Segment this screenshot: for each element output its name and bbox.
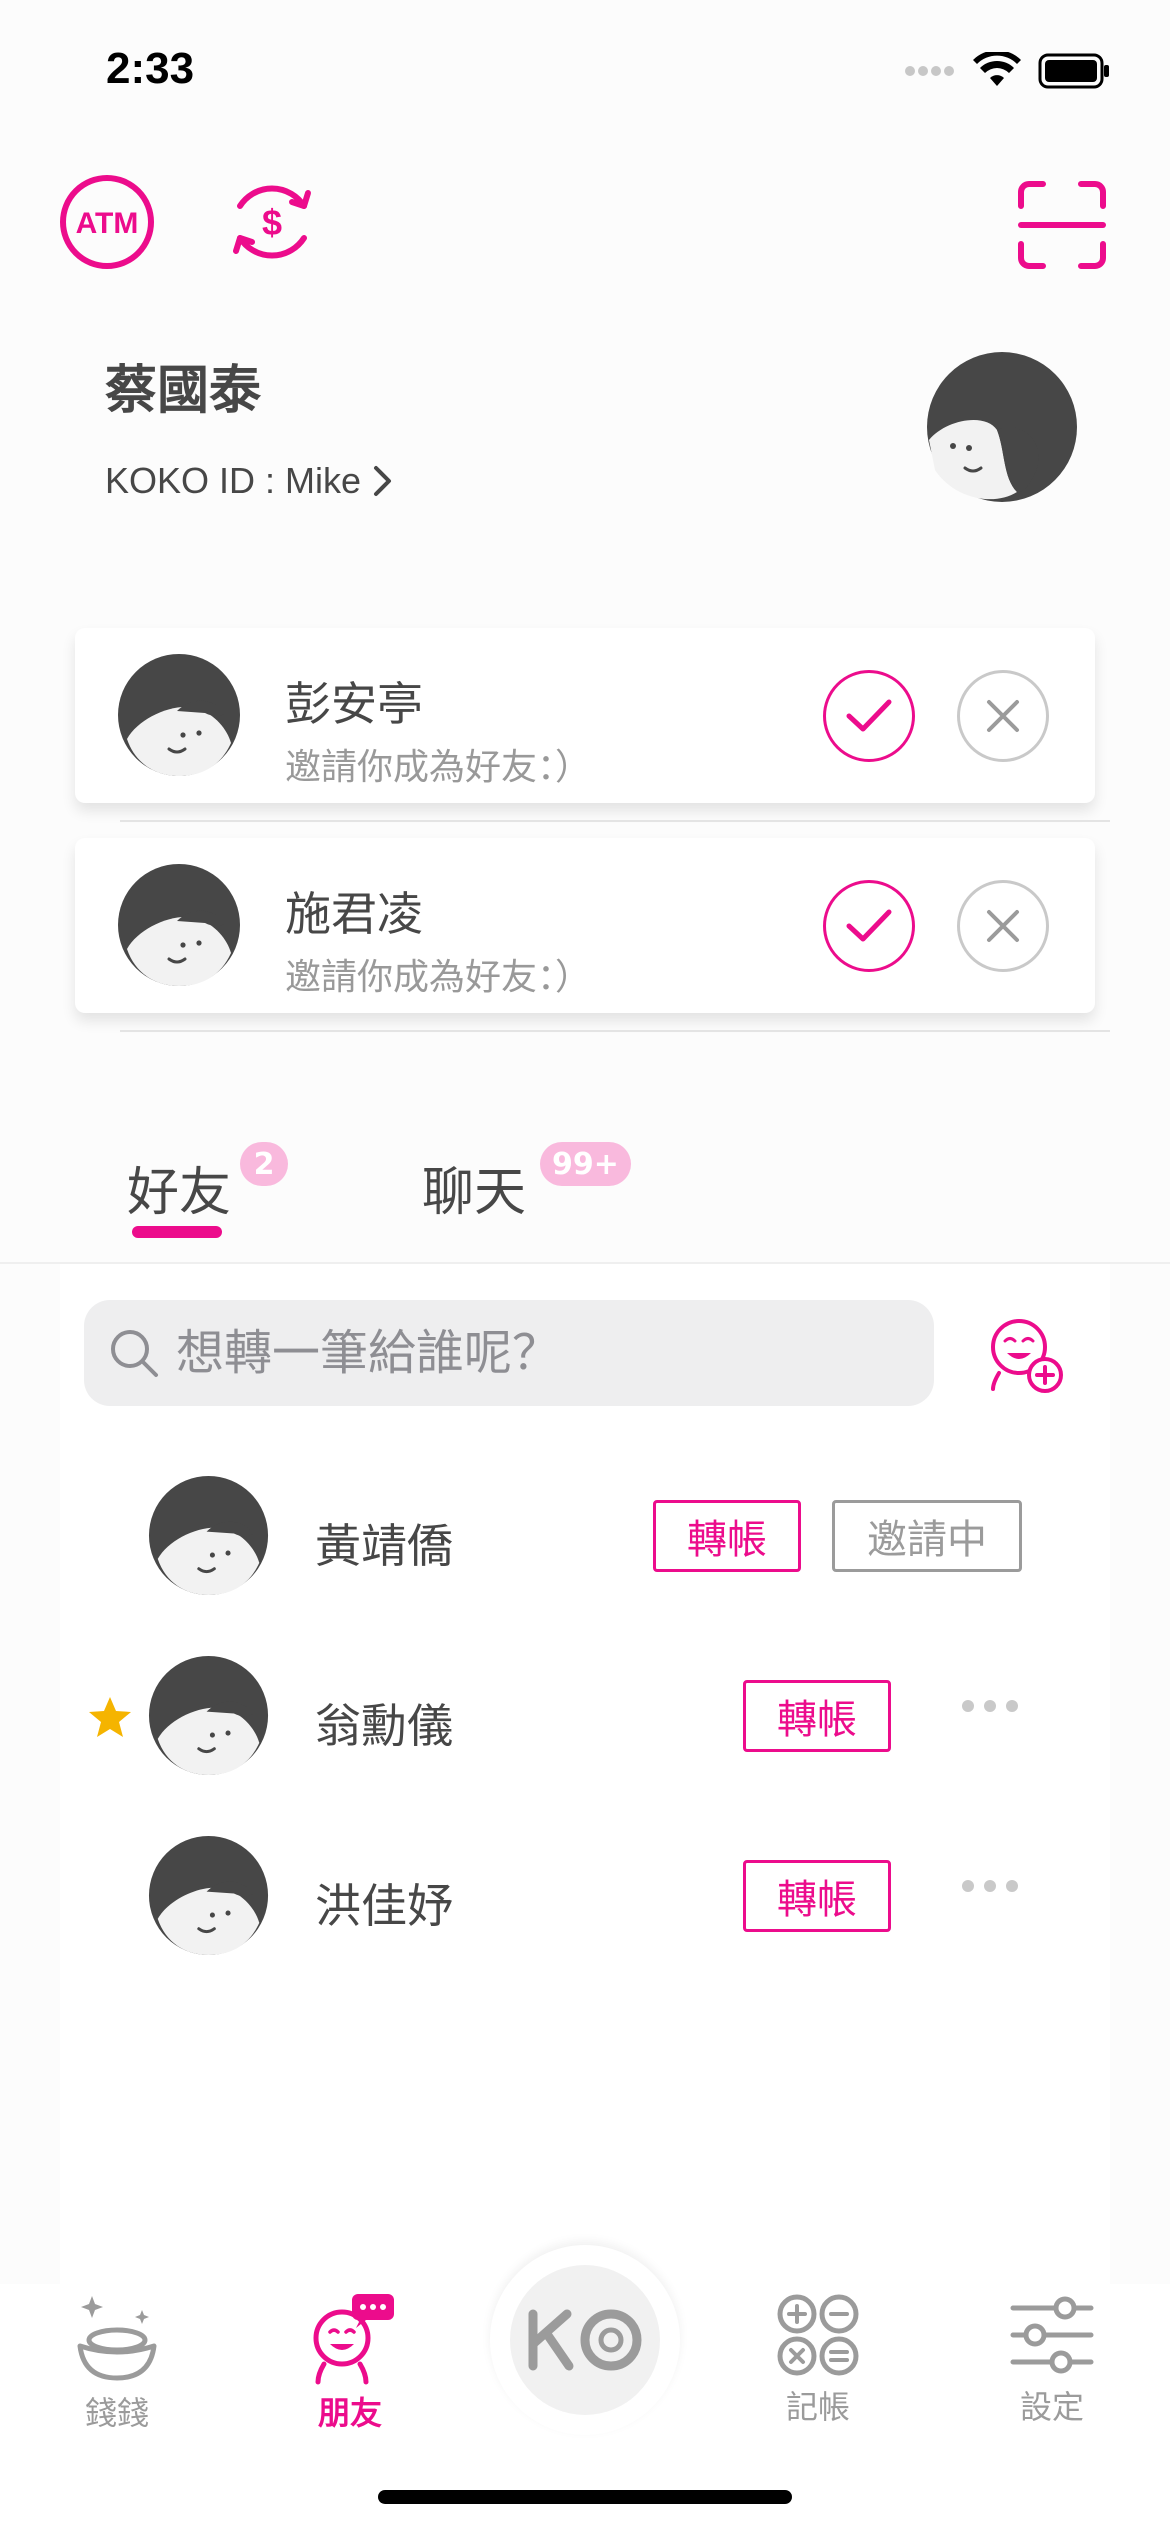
home-indicator [378, 2490, 792, 2504]
avatar [148, 1835, 269, 1956]
avatar [118, 654, 240, 776]
battery-icon [1038, 53, 1109, 89]
divider [120, 1030, 1110, 1032]
tabbar-item-money[interactable]: 錢錢 [52, 2290, 182, 2434]
svg-text:ATM: ATM [76, 207, 139, 240]
close-icon [987, 700, 1019, 732]
decline-invitation-button[interactable] [957, 670, 1049, 762]
more-options-button[interactable] [962, 1880, 1018, 1892]
transfer-button[interactable]: 轉帳 [743, 1860, 891, 1932]
invitation-name: 施君凌 [285, 887, 423, 941]
accept-invitation-button[interactable] [823, 880, 915, 972]
add-friend-icon[interactable] [985, 1315, 1065, 1395]
atm-button[interactable]: ATM [57, 172, 157, 272]
search-icon [111, 1330, 158, 1377]
atm-icon: ATM [60, 175, 154, 269]
settings-icon [1010, 2296, 1094, 2374]
transfer-button[interactable]: 轉帳 [653, 1500, 801, 1572]
search-bar[interactable] [84, 1300, 934, 1406]
currency-exchange-button[interactable]: $ [222, 172, 322, 272]
koko-id-link[interactable]: KOKO ID : Mike [105, 460, 395, 502]
inviting-status-button[interactable]: 邀請中 [832, 1500, 1022, 1572]
tab-friends-label: 好友 [127, 1163, 232, 1223]
tab-friends-badge: 2 [240, 1142, 288, 1186]
invitation-name: 彭安亭 [285, 677, 423, 731]
ko-logo [510, 2265, 660, 2415]
tabbar-item-settings[interactable]: 設定 [987, 2290, 1117, 2428]
tabbar-item-bookkeeping[interactable]: 記帳 [753, 2290, 883, 2428]
accept-invitation-button[interactable] [823, 670, 915, 762]
chevron-right-icon [374, 466, 392, 496]
friend-name: 翁勳儀 [315, 1699, 453, 1753]
money-icon [77, 2296, 157, 2381]
dollar-exchange-icon: $ [233, 185, 311, 259]
scan-button[interactable] [1012, 175, 1112, 275]
tabbar-item-friends[interactable]: 朋友 [285, 2290, 415, 2434]
profile-name: 蔡國泰 [105, 361, 262, 421]
status-icons [904, 52, 1110, 90]
checkmark-icon [846, 699, 892, 732]
invitation-message: 邀請你成為好友：） [285, 747, 592, 788]
friend-row[interactable]: 洪佳妤 轉帳 [60, 1825, 1110, 1965]
friends-icon [313, 2294, 394, 2385]
friend-name: 洪佳妤 [315, 1879, 453, 1933]
tab-friends[interactable]: 好友 [127, 1150, 231, 1225]
friend-name: 黃靖僑 [315, 1519, 453, 1573]
tabbar-label-money: 錢錢 [84, 2394, 149, 2432]
invitation-message: 邀請你成為好友：） [285, 957, 592, 998]
avatar [148, 1475, 269, 1596]
divider [120, 820, 1110, 822]
tab-chat-badge: 99+ [540, 1142, 631, 1186]
friend-row[interactable]: 黃靖僑 轉帳 邀請中 [60, 1465, 1110, 1605]
avatar [148, 1655, 269, 1776]
decline-invitation-button[interactable] [957, 880, 1049, 972]
active-tab-indicator [132, 1226, 222, 1238]
friend-invitation-card: 彭安亭 邀請你成為好友：） [75, 628, 1095, 803]
checkmark-icon [846, 909, 892, 942]
profile-avatar[interactable] [925, 350, 1080, 505]
tab-chat[interactable]: 聊天 [422, 1150, 526, 1225]
transfer-button[interactable]: 轉帳 [743, 1680, 891, 1752]
avatar [118, 864, 240, 986]
tabbar-label-bookkeeping: 記帳 [785, 2388, 850, 2426]
koko-id-text: KOKO ID : Mike [105, 460, 362, 501]
tabbar-label-friends: 朋友 [317, 2394, 382, 2432]
scan-icon [1018, 181, 1106, 269]
calculator-icon [777, 2294, 859, 2376]
ko-home-button[interactable] [490, 2245, 680, 2435]
signal-icon [905, 66, 954, 76]
status-time: 2:33 [106, 44, 195, 93]
svg-text:$: $ [262, 202, 282, 243]
friend-invitation-card: 施君凌 邀請你成為好友：） [75, 838, 1095, 1013]
close-icon [987, 910, 1019, 942]
tabbar-label-settings: 設定 [1019, 2388, 1084, 2426]
wifi-icon [973, 52, 1021, 86]
star-icon[interactable] [87, 1695, 133, 1741]
search-input[interactable] [176, 1325, 916, 1381]
more-options-button[interactable] [962, 1700, 1018, 1712]
friend-row[interactable]: 翁勳儀 轉帳 [60, 1645, 1110, 1785]
tab-chat-label: 聊天 [422, 1163, 527, 1223]
ko-logo-icon [528, 2309, 642, 2371]
